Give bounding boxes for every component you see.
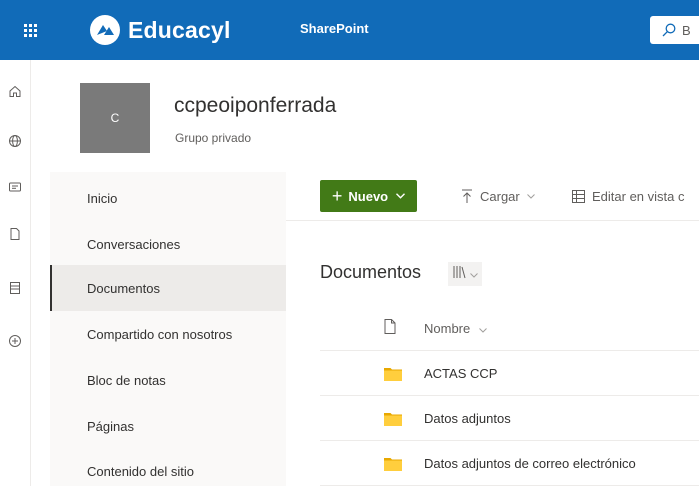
folder-icon (384, 457, 402, 471)
command-bar: + Nuevo Cargar Editar en vista c (286, 172, 699, 221)
nav-item-label: Conversaciones (87, 236, 181, 252)
chevron-down-icon (396, 191, 406, 202)
list-icon[interactable] (5, 278, 25, 298)
nav-item-compartido[interactable]: Compartido con nosotros (50, 311, 286, 357)
search-icon (662, 23, 676, 37)
nav-item-label: Páginas (87, 418, 134, 434)
globe-icon[interactable] (5, 131, 25, 151)
file-type-icon[interactable] (384, 319, 396, 339)
search-box[interactable]: B (650, 16, 699, 44)
column-header-name[interactable]: Nombre (424, 321, 487, 336)
list-item[interactable]: Datos adjuntos (320, 396, 699, 441)
column-header-label: Nombre (424, 321, 471, 336)
nav-item-inicio[interactable]: Inicio (50, 175, 286, 221)
news-icon[interactable] (5, 177, 25, 197)
new-button-label: Nuevo (348, 188, 389, 204)
site-logo[interactable]: C (80, 83, 150, 153)
sharepoint-link[interactable]: SharePoint (300, 21, 369, 36)
nav-item-paginas[interactable]: Páginas (50, 403, 286, 449)
upload-button[interactable]: Cargar (461, 180, 535, 212)
search-input[interactable]: B (682, 23, 691, 38)
site-subtitle: Grupo privado (175, 131, 252, 145)
document-list: Nombre ACTAS CCP Datos adjuntos Datos ad… (320, 306, 699, 486)
create-icon[interactable] (5, 331, 25, 351)
home-icon[interactable] (5, 81, 25, 101)
chevron-down-icon (479, 321, 487, 336)
nav-item-label: Bloc de notas (87, 372, 166, 388)
nav-item-conversaciones[interactable]: Conversaciones (50, 221, 286, 267)
library-title: Documentos (320, 262, 422, 282)
nav-item-contenido[interactable]: Contenido del sitio (50, 448, 286, 494)
app-rail (0, 60, 31, 486)
chevron-down-icon (470, 265, 478, 283)
folder-icon (384, 412, 402, 426)
file-icon[interactable] (5, 224, 25, 244)
nav-item-documentos[interactable]: Documentos (50, 265, 286, 311)
new-button[interactable]: + Nuevo (320, 180, 417, 212)
edit-grid-view-button[interactable]: Editar en vista c (572, 180, 685, 212)
site-title[interactable]: ccpeoiponferrada (174, 94, 336, 118)
folder-icon (384, 367, 402, 381)
edit-grid-view-label: Editar en vista c (592, 188, 685, 204)
item-name[interactable]: ACTAS CCP (424, 366, 497, 381)
chevron-down-icon (526, 191, 535, 202)
upload-icon (461, 189, 473, 204)
waffle-icon (23, 23, 37, 37)
list-header: Nombre (320, 306, 699, 351)
upload-label: Cargar (480, 188, 520, 204)
nav-item-label: Contenido del sitio (87, 463, 194, 479)
list-item[interactable]: ACTAS CCP (320, 351, 699, 396)
app-launcher-button[interactable] (0, 0, 60, 60)
item-name[interactable]: Datos adjuntos de correo electrónico (424, 456, 636, 471)
item-name[interactable]: Datos adjuntos (424, 411, 511, 426)
list-item[interactable]: Datos adjuntos de correo electrónico (320, 441, 699, 486)
nav-item-bloc-de-notas[interactable]: Bloc de notas (50, 357, 286, 403)
nav-item-label: Compartido con nosotros (87, 326, 233, 342)
educacyl-logo-icon (90, 15, 120, 45)
library-icon (452, 265, 468, 284)
view-switcher[interactable] (448, 262, 482, 286)
grid-icon (572, 189, 585, 203)
plus-icon: + (331, 185, 343, 206)
brand-name: Educacyl (128, 16, 231, 43)
nav-item-label: Documentos (87, 280, 160, 296)
suite-bar: Educacyl SharePoint B (0, 0, 699, 60)
nav-item-label: Inicio (87, 190, 118, 206)
brand-link[interactable]: Educacyl (90, 13, 231, 47)
site-logo-letter: C (110, 111, 120, 125)
site-navigation: Inicio Conversaciones Documentos Compart… (50, 172, 286, 486)
